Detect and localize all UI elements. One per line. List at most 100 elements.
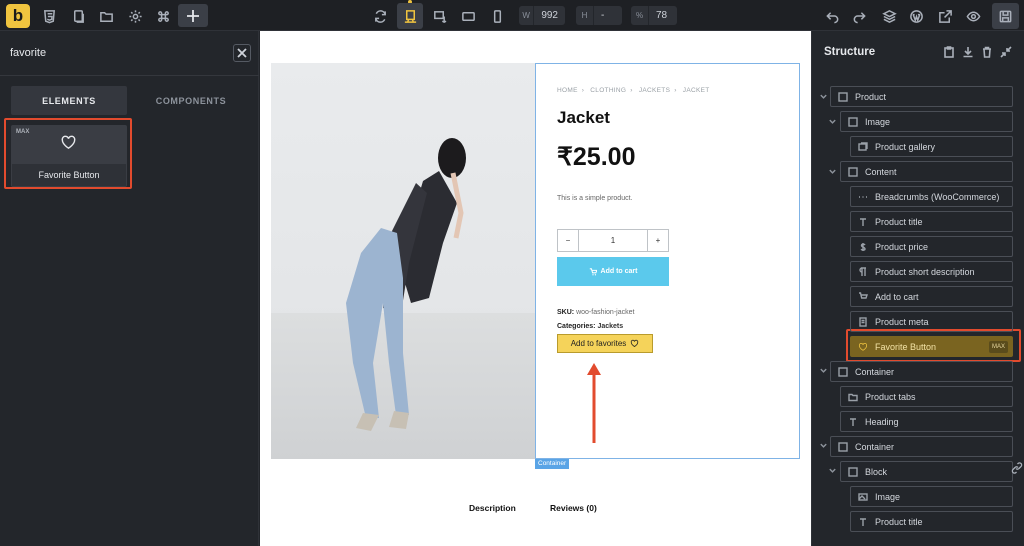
canvas-width-field[interactable]: W 992 xyxy=(519,6,565,25)
tree-node-product-title[interactable]: Product title xyxy=(850,211,1013,232)
add-element-button[interactable] xyxy=(178,4,208,27)
width-field-value[interactable]: 992 xyxy=(534,10,565,21)
text-icon xyxy=(857,516,869,528)
breadcrumb-home[interactable]: HOME xyxy=(557,87,578,94)
chevron-down-icon[interactable] xyxy=(827,116,837,126)
undo-icon[interactable] xyxy=(822,6,842,26)
tree-node-heading[interactable]: Heading xyxy=(840,411,1013,432)
breadcrumb-separator: › xyxy=(581,87,585,94)
tab-components[interactable]: COMPONENTS xyxy=(133,86,249,115)
zoom-field-value[interactable]: 78 xyxy=(649,10,674,21)
element-search-input[interactable] xyxy=(10,44,210,62)
laptop-preview-icon[interactable] xyxy=(429,6,449,26)
layers-icon[interactable] xyxy=(879,6,899,26)
chevron-down-icon[interactable] xyxy=(827,166,837,176)
tree-node-product[interactable]: Product xyxy=(830,86,1013,107)
product-categories: Categories: Jackets xyxy=(557,323,623,330)
quantity-decrease-button[interactable]: − xyxy=(558,230,579,251)
square-icon xyxy=(847,116,859,128)
tab-description[interactable]: Description xyxy=(469,503,516,513)
cart-icon xyxy=(589,267,597,275)
tree-node-container[interactable]: Container xyxy=(830,436,1013,457)
zoom-field-label: % xyxy=(631,6,649,25)
chevron-down-icon[interactable] xyxy=(827,465,837,475)
html5-icon[interactable] xyxy=(39,6,59,26)
node-label: Product xyxy=(855,91,887,102)
chevron-down-icon[interactable] xyxy=(818,365,828,375)
tree-node-product-title[interactable]: Product title xyxy=(850,511,1013,532)
add-to-cart-button[interactable]: Add to cart xyxy=(557,257,669,286)
tree-node-image[interactable]: Image xyxy=(840,111,1013,132)
tree-node-short-description[interactable]: Product short description xyxy=(850,261,1013,282)
node-label: Add to cart xyxy=(875,291,919,302)
tree-node-breadcrumbs[interactable]: Breadcrumbs (WooCommerce) xyxy=(850,186,1013,207)
breadcrumb-separator: › xyxy=(674,87,677,94)
breadcrumb-jackets[interactable]: JACKETS xyxy=(639,87,670,94)
builder-logo[interactable]: b xyxy=(6,4,30,28)
tablet-preview-icon[interactable] xyxy=(458,6,478,26)
chevron-down-icon[interactable] xyxy=(818,440,828,450)
node-label: Product title xyxy=(875,216,923,227)
collapse-icon[interactable] xyxy=(1000,46,1012,58)
trash-icon[interactable] xyxy=(981,46,993,58)
structure-panel: Structure Product Image Product gallery … xyxy=(811,31,1024,546)
sku-label: SKU: xyxy=(557,309,575,316)
node-label: Product price xyxy=(875,241,929,252)
clipboard-icon[interactable] xyxy=(943,46,955,58)
tree-node-image[interactable]: Image xyxy=(850,486,1013,507)
product-title: Jacket xyxy=(557,108,610,127)
folder-icon[interactable] xyxy=(96,6,116,26)
tree-node-product-tabs[interactable]: Product tabs xyxy=(840,386,1013,407)
quantity-increase-button[interactable]: + xyxy=(647,230,668,251)
top-toolbar: b W 992 H - % 78 xyxy=(0,0,1024,31)
tree-node-product-gallery[interactable]: Product gallery xyxy=(850,136,1013,157)
chevron-down-icon[interactable] xyxy=(818,91,828,101)
add-to-favorites-button[interactable]: Add to favorites xyxy=(557,334,653,353)
zoom-field[interactable]: % 78 xyxy=(631,6,677,25)
preview-eye-icon[interactable] xyxy=(963,6,983,26)
download-icon[interactable] xyxy=(962,46,974,58)
clear-search-button[interactable] xyxy=(233,44,251,62)
category-link[interactable]: Jackets xyxy=(597,323,623,330)
tab-elements[interactable]: ELEMENTS xyxy=(11,86,127,115)
tree-node-container[interactable]: Container xyxy=(830,361,1013,382)
height-field-value[interactable]: - xyxy=(594,10,611,21)
tree-node-content[interactable]: Content xyxy=(840,161,1013,182)
command-icon[interactable] xyxy=(153,6,173,26)
structure-title: Structure xyxy=(824,46,876,58)
link-icon[interactable] xyxy=(1011,462,1023,474)
quantity-input[interactable]: 1 xyxy=(579,230,647,251)
tree-node-block[interactable]: Block xyxy=(840,461,1013,482)
canvas-height-field[interactable]: H - xyxy=(576,6,622,25)
product-short-description: This is a simple product. xyxy=(557,195,633,202)
mobile-preview-icon[interactable] xyxy=(487,6,507,26)
sku-value: woo-fashion-jacket xyxy=(576,309,635,316)
wordpress-icon[interactable] xyxy=(906,6,926,26)
tree-node-product-meta[interactable]: Product meta xyxy=(850,311,1013,332)
square-icon xyxy=(837,441,849,453)
square-icon xyxy=(837,91,849,103)
node-label: Heading xyxy=(865,416,899,427)
redo-icon[interactable] xyxy=(849,6,869,26)
tab-reviews[interactable]: Reviews (0) xyxy=(550,503,597,513)
product-summary-container[interactable]: HOME › CLOTHING › JACKETS › JACKET Jacket ₹… xyxy=(535,63,800,459)
node-label: Image xyxy=(875,491,901,502)
external-link-icon[interactable] xyxy=(935,6,955,26)
node-label: Container xyxy=(855,441,895,452)
structure-actions xyxy=(943,46,1012,58)
breadcrumb-clothing[interactable]: CLOTHING xyxy=(590,87,626,94)
refresh-icon[interactable] xyxy=(370,6,390,26)
tree-node-favorite-button[interactable]: Favorite Button MAX xyxy=(850,336,1013,357)
desktop-preview-icon[interactable] xyxy=(397,3,423,29)
heart-icon xyxy=(631,339,639,347)
favorite-button-element[interactable]: MAX Favorite Button xyxy=(11,125,127,187)
settings-gear-icon[interactable] xyxy=(125,6,145,26)
tree-node-product-price[interactable]: Product price xyxy=(850,236,1013,257)
text-icon xyxy=(847,416,859,428)
annotation-arrow xyxy=(587,363,601,443)
tree-node-add-to-cart[interactable]: Add to cart xyxy=(850,286,1013,307)
product-sku: SKU: woo-fashion-jacket xyxy=(557,309,634,316)
cart-icon xyxy=(857,291,869,303)
pages-icon[interactable] xyxy=(68,6,88,26)
save-structure-button[interactable] xyxy=(992,3,1019,29)
